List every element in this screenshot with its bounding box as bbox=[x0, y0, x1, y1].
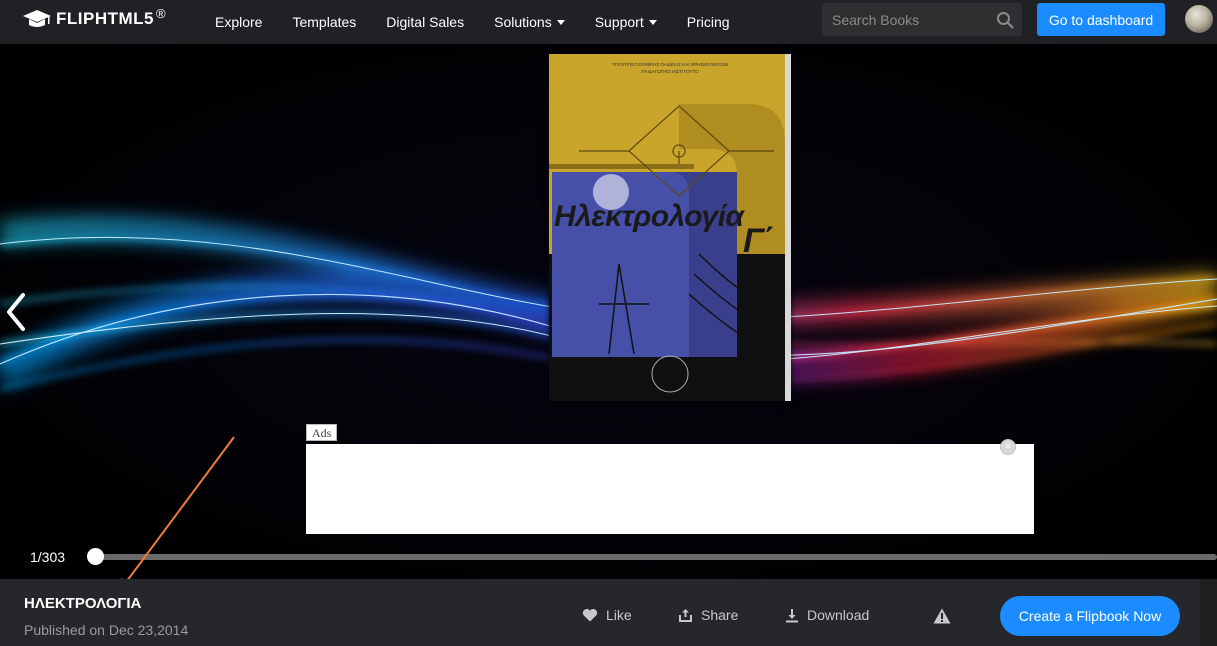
like-button[interactable]: Like bbox=[582, 607, 632, 623]
search-input[interactable] bbox=[822, 11, 987, 28]
logo-text: FLIPHTML5 bbox=[56, 9, 154, 28]
svg-text:Γ΄: Γ΄ bbox=[743, 222, 775, 260]
ad-banner[interactable]: × bbox=[306, 439, 1034, 534]
main-nav: Explore Templates Digital Sales Solution… bbox=[215, 0, 760, 44]
previous-page-arrow-icon[interactable] bbox=[4, 292, 28, 332]
nav-support[interactable]: Support bbox=[595, 14, 657, 30]
create-flipbook-button[interactable]: Create a Flipbook Now bbox=[1000, 596, 1180, 636]
book-info-bar: ΗΛΕΚΤΡΟΛΟΓΙΑ Published on Dec 23,2014 Li… bbox=[0, 579, 1200, 646]
heart-icon bbox=[582, 608, 598, 622]
chevron-down-icon bbox=[556, 19, 565, 25]
top-nav-bar: FLIPHTML5 ® Explore Templates Digital Sa… bbox=[0, 0, 1217, 44]
close-ad-icon[interactable]: × bbox=[1000, 439, 1016, 455]
search-box bbox=[822, 3, 1022, 36]
nav-solutions[interactable]: Solutions bbox=[494, 14, 565, 30]
book-cover-illustration: Ηλεκτρολογία Γ΄ ΥΠΟΥΡΓΕΙΟ ΕΘΝΙΚΗΣ ΠΑΙΔΕΙ… bbox=[549, 54, 791, 401]
svg-text:Ηλεκτρολογία: Ηλεκτρολογία bbox=[554, 200, 745, 233]
fliphtml5-logo[interactable]: FLIPHTML5 ® bbox=[22, 5, 166, 30]
page-indicator: 1/303 bbox=[30, 549, 66, 565]
svg-text:ΠΑΙΔΑΓΩΓΙΚΟ ΙΝΣΤΙΤΟΥΤΟ: ΠΑΙΔΑΓΩΓΙΚΟ ΙΝΣΤΙΤΟΥΤΟ bbox=[641, 69, 699, 74]
nav-templates[interactable]: Templates bbox=[292, 14, 356, 30]
share-icon bbox=[679, 608, 692, 622]
report-warning-icon[interactable] bbox=[933, 608, 951, 624]
published-date: Published on Dec 23,2014 bbox=[24, 622, 189, 638]
flipbook-stage: Ηλεκτρολογία Γ΄ ΥΠΟΥΡΓΕΙΟ ΕΘΝΙΚΗΣ ΠΑΙΔΕΙ… bbox=[0, 44, 1217, 579]
go-to-dashboard-button[interactable]: Go to dashboard bbox=[1037, 3, 1165, 36]
scrollbar[interactable] bbox=[1200, 579, 1217, 646]
ads-label: Ads bbox=[306, 424, 338, 441]
search-icon[interactable] bbox=[996, 11, 1014, 29]
nav-digital-sales[interactable]: Digital Sales bbox=[386, 14, 464, 30]
download-icon bbox=[786, 608, 798, 622]
page-slider-thumb[interactable] bbox=[87, 548, 104, 565]
download-button[interactable]: Download bbox=[785, 607, 869, 623]
svg-text:ΥΠΟΥΡΓΕΙΟ ΕΘΝΙΚΗΣ ΠΑΙΔΕΙΑΣ ΚΑΙ: ΥΠΟΥΡΓΕΙΟ ΕΘΝΙΚΗΣ ΠΑΙΔΕΙΑΣ ΚΑΙ ΘΡΗΣΚΕΥΜΑ… bbox=[612, 62, 728, 67]
share-button[interactable]: Share bbox=[678, 607, 738, 623]
chevron-down-icon bbox=[648, 19, 657, 25]
graduation-cap-icon bbox=[23, 10, 51, 27]
user-avatar[interactable] bbox=[1185, 5, 1213, 33]
nav-explore[interactable]: Explore bbox=[215, 14, 262, 30]
page-slider-track[interactable] bbox=[95, 554, 1217, 560]
nav-pricing[interactable]: Pricing bbox=[687, 14, 730, 30]
book-cover-page[interactable]: Ηλεκτρολογία Γ΄ ΥΠΟΥΡΓΕΙΟ ΕΘΝΙΚΗΣ ΠΑΙΔΕΙ… bbox=[549, 54, 791, 401]
book-title: ΗΛΕΚΤΡΟΛΟΓΙΑ bbox=[24, 595, 142, 612]
registered-mark: ® bbox=[156, 5, 166, 21]
